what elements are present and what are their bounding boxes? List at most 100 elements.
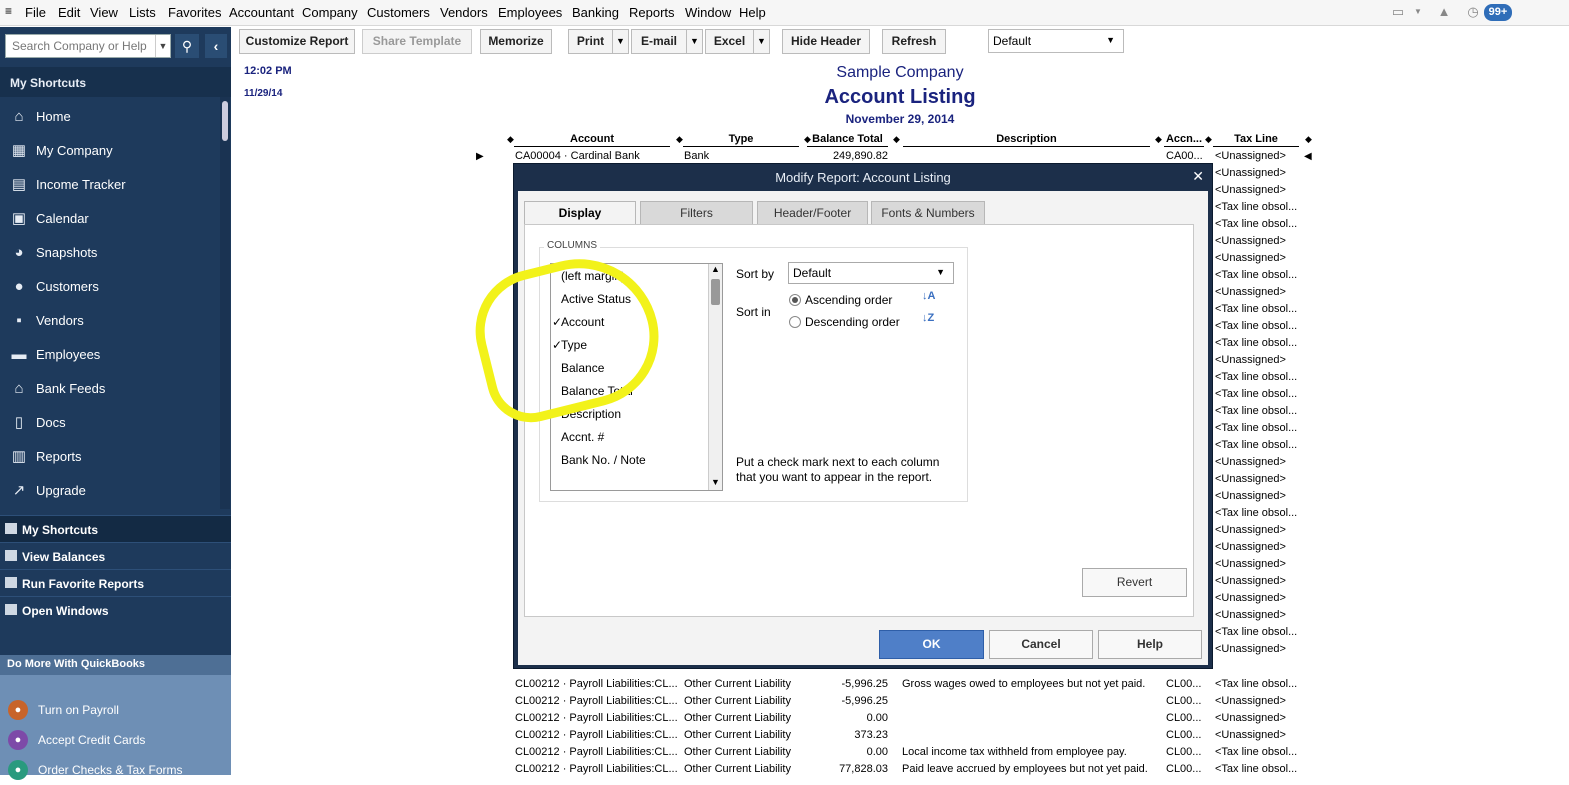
share-template-button[interactable]: Share Template [362, 29, 472, 54]
sidebar-item-reports[interactable]: ▥ Reports [0, 440, 220, 474]
ascending-label[interactable]: Ascending order [805, 293, 892, 307]
search-dropdown-icon[interactable]: ▼ [155, 35, 170, 57]
help-button[interactable]: Help [1098, 630, 1202, 659]
columns-scrollbar[interactable]: ▲ ▼ [708, 264, 722, 490]
sidebar-item-bank-feeds[interactable]: ⌂ Bank Feeds [0, 372, 220, 406]
sidebar-item-income-tracker[interactable]: ▤ Income Tracker [0, 168, 220, 202]
print-button[interactable]: Print [568, 29, 613, 54]
descending-radio[interactable] [789, 316, 801, 328]
sidebar-scrollbar[interactable] [220, 97, 230, 509]
row-pointer-right-icon: ◀ [1304, 151, 1312, 162]
tab-display[interactable]: Display [524, 201, 636, 226]
column-resize-icon[interactable]: ◆ [893, 134, 900, 145]
sidebar-item-upgrade[interactable]: ↗ Upgrade [0, 474, 220, 508]
report-basis-select[interactable]: Default ▼ [988, 29, 1124, 53]
tab-header-footer[interactable]: Header/Footer [757, 201, 868, 225]
column-resize-icon[interactable]: ◆ [507, 134, 514, 145]
menu-customers[interactable]: Customers [367, 5, 430, 20]
ascending-radio[interactable] [789, 294, 801, 306]
column-header[interactable]: Account [514, 133, 670, 147]
table-cell: <Unassigned> [1215, 695, 1286, 707]
column-resize-icon[interactable]: ◆ [676, 134, 683, 145]
close-icon[interactable]: ✕ [1192, 168, 1204, 185]
notification-bell-icon[interactable]: ▲ [1436, 5, 1452, 19]
sidebar-item-snapshots[interactable]: ◕ Snapshots [0, 236, 220, 270]
sidebar-item-label: Snapshots [36, 245, 98, 260]
do-more-item-1[interactable]: ● Accept Credit Cards [0, 725, 231, 755]
column-resize-icon[interactable]: ◆ [1155, 134, 1162, 145]
menu-banking[interactable]: Banking [572, 5, 619, 20]
tax-line-cell: <Tax line obsol... [1215, 388, 1298, 400]
cancel-button[interactable]: Cancel [989, 630, 1093, 659]
menu-company[interactable]: Company [302, 5, 358, 20]
sidebar-item-my-company[interactable]: ▦ My Company [0, 134, 220, 168]
menu-favorites[interactable]: Favorites [168, 5, 221, 20]
tab-filters[interactable]: Filters [640, 201, 753, 225]
sidebar-item-employees[interactable]: ▬ Employees [0, 338, 220, 372]
menu-reports[interactable]: Reports [629, 5, 675, 20]
scroll-down-icon[interactable]: ▼ [711, 477, 720, 487]
sort-by-select[interactable]: Default ▼ [788, 262, 954, 284]
customize-report-button[interactable]: Customize Report [239, 29, 355, 54]
table-cell: -5,996.25 [841, 695, 888, 707]
dialog-title: Modify Report: Account Listing [775, 170, 951, 185]
column-header[interactable]: Description [903, 133, 1150, 147]
excel-button[interactable]: Excel [705, 29, 754, 54]
hide-header-button[interactable]: Hide Header [782, 29, 870, 54]
column-header[interactable]: Type [683, 133, 799, 147]
menu-vendors[interactable]: Vendors [440, 5, 488, 20]
app-menu-icon[interactable]: ≡ [5, 4, 12, 18]
do-more-item-2[interactable]: ● Order Checks & Tax Forms [0, 755, 231, 785]
menu-employees[interactable]: Employees [498, 5, 562, 20]
collapse-sidebar-icon[interactable]: ‹ [205, 34, 227, 58]
menu-lists[interactable]: Lists [129, 5, 156, 20]
search-icon[interactable]: ⚲ [175, 34, 199, 58]
table-cell: CL00212 · Payroll Liabilities:CL... [515, 695, 678, 707]
sidebar-item-vendors[interactable]: ▪ Vendors [0, 304, 220, 338]
memorize-button[interactable]: Memorize [480, 29, 552, 54]
sidebar-tab-run-favorite-reports[interactable]: Run Favorite Reports [0, 569, 231, 596]
sidebar-tab-my-shortcuts[interactable]: My Shortcuts [0, 515, 231, 542]
alarm-clock-icon[interactable]: ◷ [1465, 5, 1481, 19]
window-switch-icon[interactable]: ▭ [1390, 5, 1406, 19]
sidebar-item-docs[interactable]: ▯ Docs [0, 406, 220, 440]
descending-label[interactable]: Descending order [805, 315, 900, 329]
column-resize-icon[interactable]: ◆ [1205, 134, 1212, 145]
do-more-item-0[interactable]: ● Turn on Payroll [0, 695, 231, 725]
menu-edit[interactable]: Edit [58, 5, 80, 20]
menu-view[interactable]: View [90, 5, 118, 20]
search-input[interactable]: Search Company or Help [5, 34, 171, 58]
menu-accountant[interactable]: Accountant [229, 5, 294, 20]
revert-button[interactable]: Revert [1082, 568, 1187, 597]
sidebar-item-calendar[interactable]: ▣ Calendar [0, 202, 220, 236]
print-dropdown-icon[interactable]: ▼ [612, 29, 629, 54]
scroll-up-icon[interactable]: ▲ [711, 264, 720, 274]
tab-fonts-numbers[interactable]: Fonts & Numbers [871, 201, 985, 225]
email-dropdown-icon[interactable]: ▼ [686, 29, 703, 54]
column-resize-icon[interactable]: ◆ [1305, 134, 1312, 145]
column-header[interactable]: Accn... [1164, 133, 1204, 147]
sidebar-tab-view-balances[interactable]: View Balances [0, 542, 231, 569]
column-option-accnt-[interactable]: Accnt. # [551, 428, 709, 448]
column-header[interactable]: Tax Line [1213, 133, 1299, 147]
sidebar-tab-open-windows[interactable]: Open Windows [0, 596, 231, 623]
column-resize-icon[interactable]: ◆ [804, 134, 811, 145]
ok-button[interactable]: OK [879, 630, 984, 659]
tax-line-cell: <Tax line obsol... [1215, 405, 1298, 417]
menu-help[interactable]: Help [739, 5, 766, 20]
menu-window[interactable]: Window [685, 5, 731, 20]
do-more-label: Accept Credit Cards [38, 733, 146, 747]
notification-badge[interactable]: 99+ [1484, 4, 1512, 21]
column-option-bank-no-note[interactable]: Bank No. / Note [551, 451, 709, 471]
email-button[interactable]: E-mail [631, 29, 687, 54]
excel-dropdown-icon[interactable]: ▼ [753, 29, 770, 54]
columns-scroll-thumb[interactable] [711, 279, 720, 305]
document-icon: ▯ [14, 414, 24, 431]
chevron-down-icon[interactable]: ▼ [1410, 5, 1426, 19]
sidebar-scroll-thumb[interactable] [222, 101, 228, 141]
refresh-button[interactable]: Refresh [882, 29, 946, 54]
menu-file[interactable]: File [25, 5, 46, 20]
column-header[interactable]: Balance Total [807, 133, 888, 147]
sidebar-item-home[interactable]: ⌂ Home [0, 100, 220, 134]
sidebar-item-customers[interactable]: ● Customers [0, 270, 220, 304]
